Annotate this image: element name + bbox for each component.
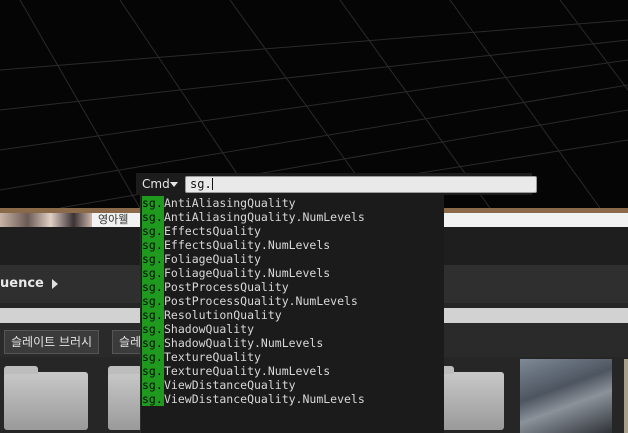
match-prefix: sg. [142, 364, 164, 378]
autocomplete-item[interactable]: sg.AntiAliasingQuality [142, 196, 296, 210]
folder-icon[interactable] [4, 366, 88, 430]
text-cursor [211, 178, 213, 190]
chevron-down-icon[interactable] [170, 182, 178, 187]
match-prefix: sg. [142, 266, 164, 280]
suggestion-text: EffectsQuality [164, 224, 261, 238]
autocomplete-list: sg.AntiAliasingQuality sg.AntiAliasingQua… [140, 195, 444, 433]
match-prefix: sg. [142, 238, 164, 252]
people-thumbnail [0, 213, 92, 227]
suggestion-text: FoliageQuality [164, 252, 261, 266]
suggestion-text: ViewDistanceQuality [164, 378, 296, 392]
console-input[interactable]: sg. [185, 176, 537, 193]
autocomplete-item[interactable]: sg.TextureQuality.NumLevels [142, 364, 330, 378]
suggestion-text: PostProcessQuality [164, 280, 289, 294]
texture-thumbnail-edge [624, 359, 628, 433]
autocomplete-item[interactable]: sg.AntiAliasingQuality.NumLevels [142, 210, 365, 224]
suggestion-text: ShadowQuality.NumLevels [164, 336, 324, 350]
autocomplete-item[interactable]: sg.PostProcessQuality.NumLevels [142, 294, 358, 308]
chevron-right-icon[interactable] [52, 279, 58, 289]
strip-text: 영아웰 [98, 213, 129, 226]
suggestion-text: TextureQuality.NumLevels [164, 364, 331, 378]
match-prefix: sg. [142, 280, 164, 294]
autocomplete-item[interactable]: sg.ViewDistanceQuality [142, 378, 296, 392]
suggestion-text: TextureQuality [164, 350, 261, 364]
cmd-label: Cmd [142, 177, 170, 191]
autocomplete-item[interactable]: sg.ShadowQuality.NumLevels [142, 336, 323, 350]
match-prefix: sg. [142, 210, 164, 224]
console-input-value: sg. [190, 177, 212, 191]
autocomplete-item[interactable]: sg.ViewDistanceQuality.NumLevels [142, 392, 365, 406]
match-prefix: sg. [142, 252, 164, 266]
autocomplete-item[interactable]: sg.FoliageQuality.NumLevels [142, 266, 330, 280]
match-prefix: sg. [142, 196, 164, 210]
suggestion-text: EffectsQuality.NumLevels [164, 238, 331, 252]
suggestion-text: AntiAliasingQuality [164, 196, 296, 210]
match-prefix: sg. [142, 308, 164, 322]
autocomplete-item[interactable]: sg.EffectsQuality [142, 224, 261, 238]
suggestion-text: ResolutionQuality [164, 308, 282, 322]
path-button-slate-brush[interactable]: 슬레이트 브러시 [4, 330, 100, 354]
texture-thumbnail[interactable] [520, 359, 612, 433]
match-prefix: sg. [142, 322, 164, 336]
suggestion-text: ViewDistanceQuality.NumLevels [164, 392, 365, 406]
sequence-label[interactable]: uence [0, 276, 44, 291]
suggestion-text: ShadowQuality [164, 322, 255, 336]
suggestion-text: FoliageQuality.NumLevels [164, 266, 331, 280]
match-prefix: sg. [142, 392, 164, 406]
match-prefix: sg. [142, 378, 164, 392]
autocomplete-item[interactable]: sg.ResolutionQuality [142, 308, 282, 322]
autocomplete-item[interactable]: sg.PostProcessQuality [142, 280, 289, 294]
match-prefix: sg. [142, 350, 164, 364]
autocomplete-item[interactable]: sg.FoliageQuality [142, 252, 261, 266]
autocomplete-item[interactable]: sg.TextureQuality [142, 350, 261, 364]
match-prefix: sg. [142, 336, 164, 350]
suggestion-text: AntiAliasingQuality.NumLevels [164, 210, 365, 224]
cmd-dropdown[interactable]: Cmd [137, 175, 186, 193]
match-prefix: sg. [142, 294, 164, 308]
autocomplete-item[interactable]: sg.EffectsQuality.NumLevels [142, 238, 330, 252]
suggestion-text: PostProcessQuality.NumLevels [164, 294, 358, 308]
autocomplete-item[interactable]: sg.ShadowQuality [142, 322, 254, 336]
match-prefix: sg. [142, 224, 164, 238]
